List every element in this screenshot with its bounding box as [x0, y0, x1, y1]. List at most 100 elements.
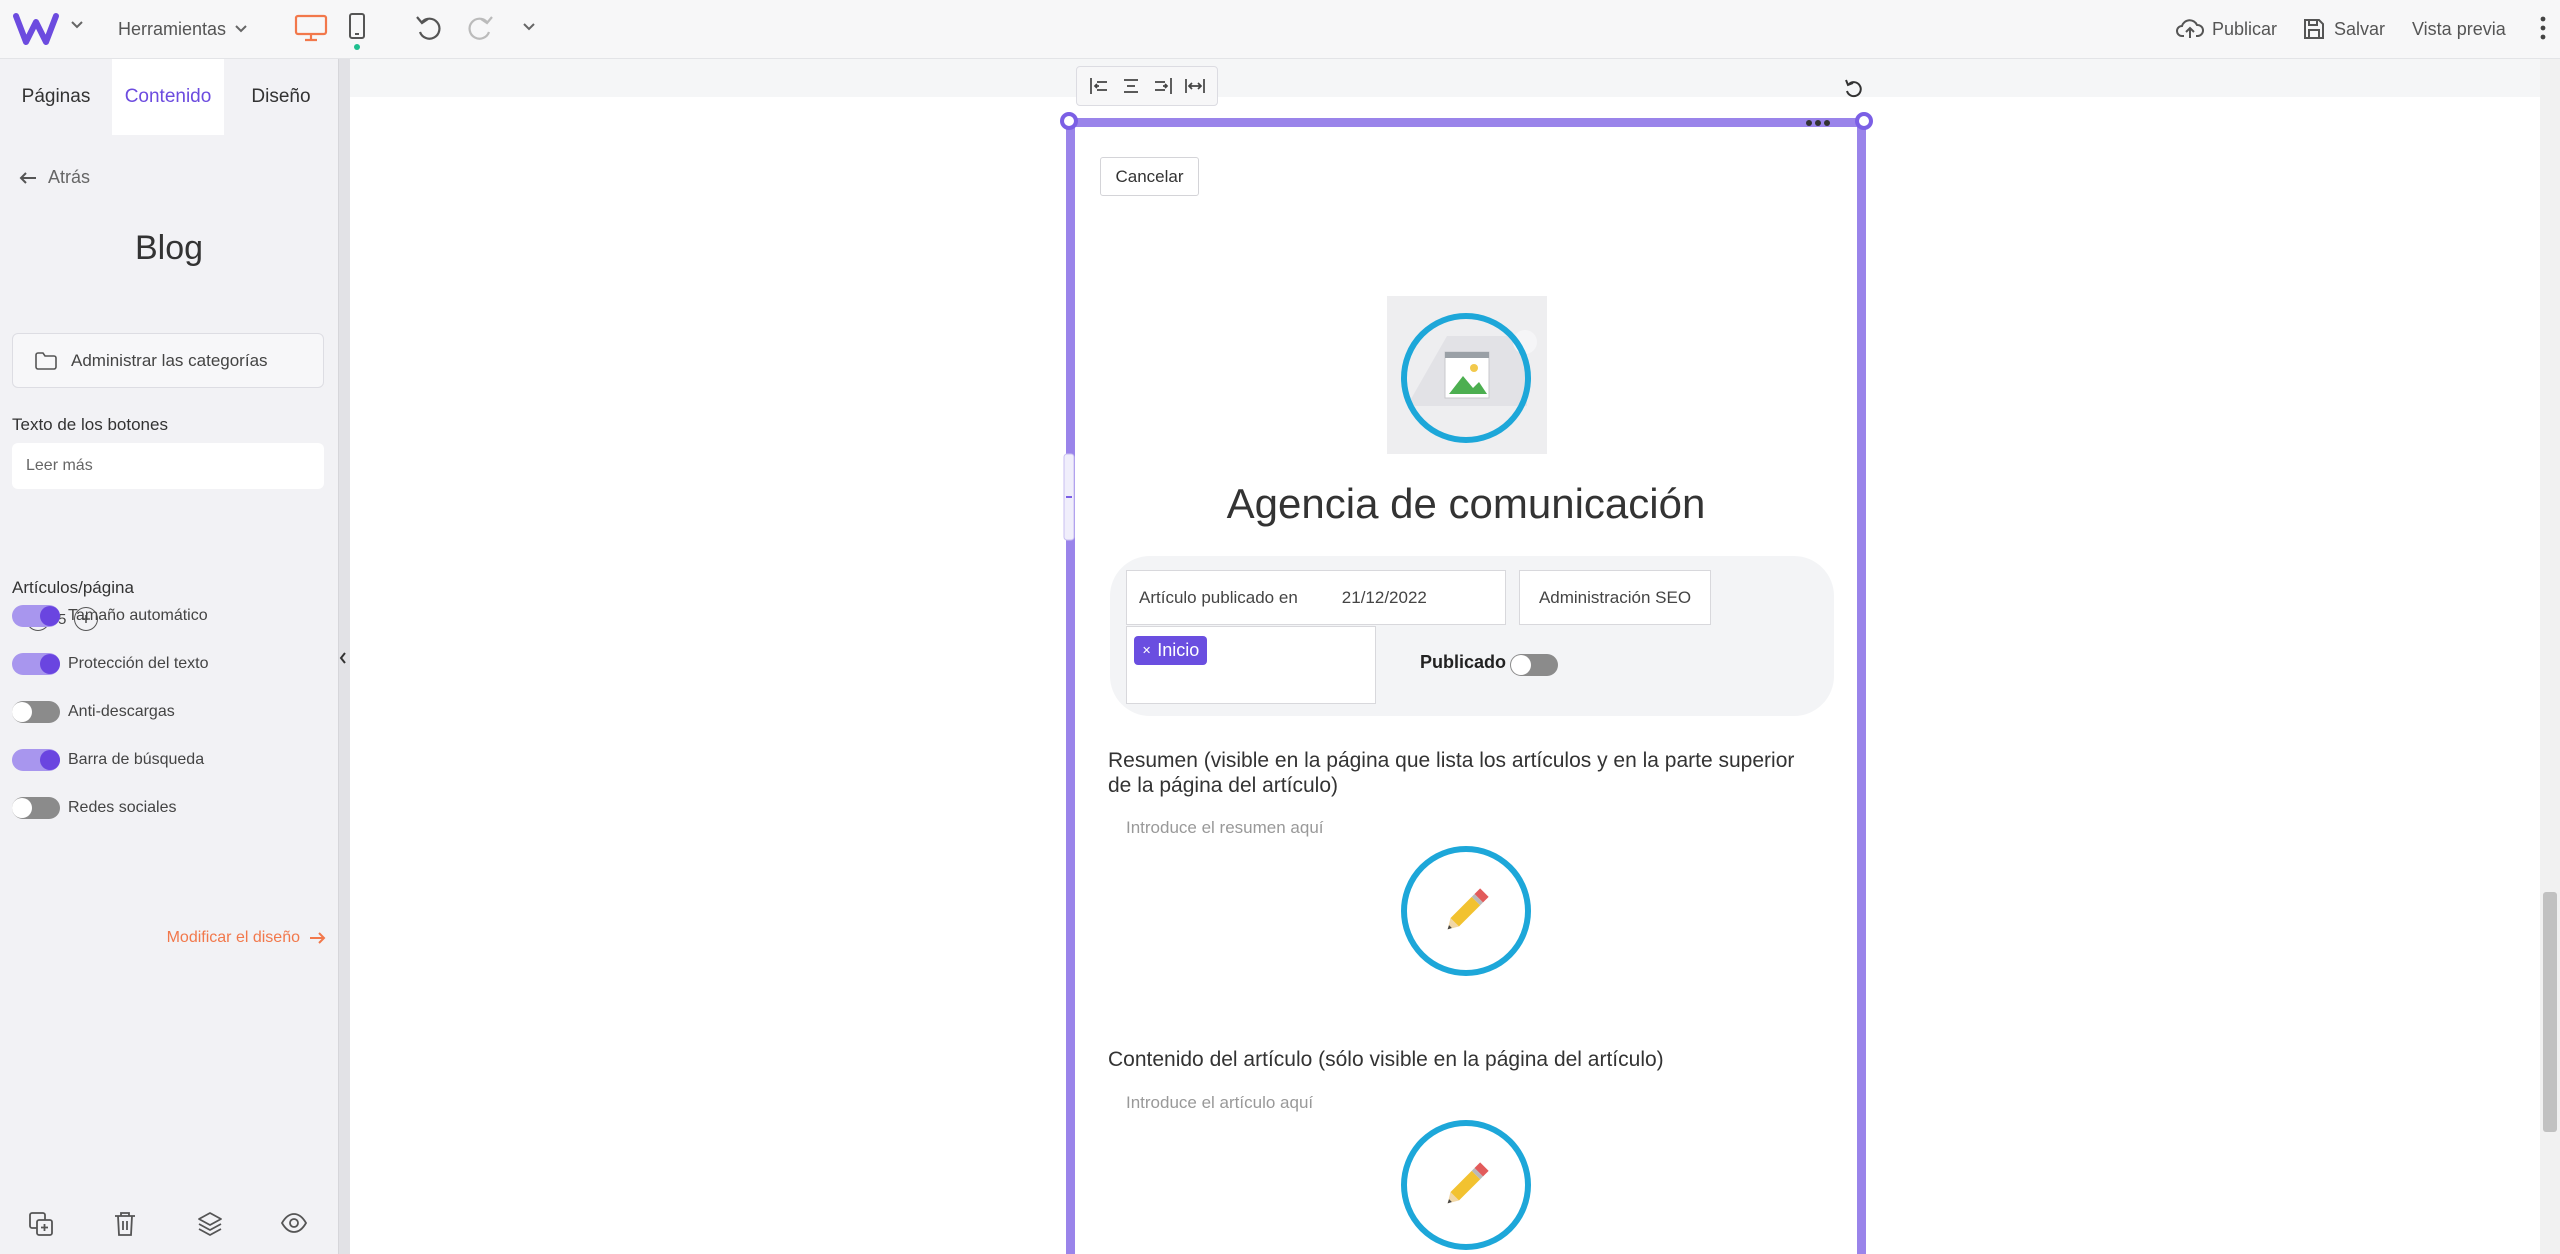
articles-per-page-label: Artículos/página	[12, 578, 134, 597]
align-left-icon	[1090, 78, 1107, 94]
preview-button[interactable]: Vista previa	[2412, 14, 2506, 44]
drag-grip[interactable]	[1060, 452, 1078, 542]
duplicate-icon	[29, 1212, 53, 1236]
tab-content-label: Contenido	[124, 86, 212, 107]
layers-icon	[198, 1212, 222, 1236]
remove-tag-icon[interactable]: ✕	[1142, 644, 1151, 657]
delete-button[interactable]	[113, 1211, 137, 1237]
mobile-status-dot	[354, 44, 360, 50]
summary-placeholder[interactable]: Introduce el resumen aquí	[1126, 818, 1324, 838]
toggle-search-bar[interactable]: Barra de búsqueda	[12, 749, 204, 771]
align-left-button[interactable]	[1088, 76, 1110, 96]
content-placeholder[interactable]: Introduce el artículo aquí	[1126, 1093, 1313, 1113]
logo-menu-chevron-icon[interactable]	[70, 20, 84, 30]
trash-icon	[115, 1212, 135, 1236]
manage-categories-button[interactable]: Administrar las categorías	[12, 333, 324, 388]
duplicate-button[interactable]	[28, 1211, 54, 1237]
toggle-auto-size[interactable]: Tamaño automático	[12, 605, 208, 627]
arrow-left-icon	[19, 171, 36, 184]
more-options-icon[interactable]	[2540, 14, 2546, 42]
top-toolbar: Herramientas Publicar Salvar Vista previ…	[0, 0, 2560, 59]
social-networks-switch[interactable]	[12, 797, 60, 819]
save-icon	[2304, 19, 2324, 39]
buttons-text-input[interactable]: Leer más	[12, 443, 324, 489]
published-switch[interactable]	[1510, 654, 1558, 676]
layers-button[interactable]	[197, 1211, 223, 1237]
reset-element-button[interactable]	[1843, 78, 1865, 100]
text-protection-switch[interactable]	[12, 653, 60, 675]
toggle-text-protection[interactable]: Protección del texto	[12, 653, 209, 675]
category-tag[interactable]: ✕ Inicio	[1134, 636, 1208, 665]
grip-icon	[1063, 453, 1075, 541]
eye-icon	[280, 1213, 308, 1233]
align-center-button[interactable]	[1120, 76, 1142, 96]
undo-button[interactable]	[414, 14, 444, 42]
published-in-label: Artículo publicado en	[1139, 587, 1298, 607]
anti-download-label: Anti-descargas	[68, 703, 175, 720]
tab-design-label: Diseño	[251, 86, 311, 107]
back-link[interactable]: Atrás	[18, 167, 90, 188]
mobile-view-button[interactable]	[348, 12, 366, 50]
edit-content-button[interactable]	[1401, 1120, 1531, 1250]
full-width-button[interactable]	[1184, 76, 1206, 96]
featured-image-ring	[1401, 313, 1531, 443]
published-date-field[interactable]: Artículo publicado en 21/12/2022	[1126, 570, 1506, 625]
resize-handle-left[interactable]	[1060, 112, 1078, 130]
search-bar-label: Barra de búsqueda	[68, 751, 205, 768]
published-label: Publicado	[1420, 652, 1507, 672]
tab-pages-label: Páginas	[21, 86, 91, 107]
panel-title: Blog	[134, 229, 204, 267]
post-title[interactable]: Agencia de comunicación	[1125, 480, 1807, 528]
preview-label: Vista previa	[2412, 18, 2506, 39]
desktop-view-button[interactable]	[294, 14, 328, 42]
canvas-header-strip	[350, 59, 2540, 97]
toggle-social-networks[interactable]: Redes sociales	[12, 797, 177, 819]
back-label: Atrás	[48, 167, 91, 187]
element-options-button[interactable]	[1802, 116, 1834, 130]
text-protection-label: Protección del texto	[68, 655, 209, 672]
date-value: 21/12/2022	[1341, 587, 1427, 607]
align-right-button[interactable]	[1152, 76, 1174, 96]
align-center-icon	[1124, 79, 1138, 93]
undo-icon	[416, 16, 441, 40]
save-button[interactable]: Salvar	[2302, 14, 2385, 44]
tab-design[interactable]: Diseño	[224, 59, 338, 135]
search-bar-switch[interactable]	[12, 749, 60, 771]
tools-menu[interactable]: Herramientas	[118, 14, 248, 44]
manage-categories-label: Administrar las categorías	[71, 350, 268, 370]
tab-content[interactable]: Contenido	[112, 59, 224, 135]
cancel-button[interactable]: Cancelar	[1100, 157, 1199, 196]
panel-tabs: Páginas Contenido Diseño	[0, 59, 338, 135]
collapse-panel-button[interactable]	[337, 645, 349, 671]
folder-icon	[35, 351, 57, 370]
modify-design-label: Modificar el diseño	[166, 929, 300, 946]
seo-admin-button[interactable]: Administración SEO	[1519, 570, 1711, 625]
seo-admin-label: Administración SEO	[1538, 587, 1692, 607]
edit-summary-button[interactable]	[1401, 846, 1531, 976]
tab-pages[interactable]: Páginas	[0, 59, 112, 135]
anti-download-switch[interactable]	[12, 701, 60, 723]
auto-size-switch[interactable]	[12, 605, 60, 627]
toggle-anti-download[interactable]: Anti-descargas	[12, 701, 175, 723]
pencil-icon	[1447, 888, 1489, 930]
scrollbar-thumb[interactable]	[2543, 892, 2557, 1132]
buttons-text-label: Texto de los botones	[12, 415, 168, 434]
publish-button[interactable]: Publicar	[2176, 14, 2277, 44]
social-networks-label: Redes sociales	[68, 799, 177, 816]
resize-handle-right[interactable]	[1855, 112, 1873, 130]
redo-button[interactable]	[465, 14, 495, 42]
auto-size-label: Tamaño automático	[68, 607, 208, 624]
arrow-right-icon	[310, 932, 326, 944]
mobile-icon	[349, 13, 365, 39]
app-logo[interactable]	[12, 10, 60, 48]
alignment-toolbar	[1076, 66, 1218, 106]
visibility-button[interactable]	[280, 1211, 308, 1235]
cloud-upload-icon	[2176, 19, 2204, 38]
category-tag-label: Inicio	[1157, 640, 1200, 660]
history-menu-chevron-icon[interactable]	[522, 22, 536, 32]
modify-design-link[interactable]: Modificar el diseño	[167, 929, 326, 947]
align-right-icon	[1155, 78, 1172, 94]
content-label: Contenido del artículo (sólo visible en …	[1108, 1048, 1664, 1071]
buttons-text-value: Leer más	[26, 457, 93, 474]
chevron-left-icon	[339, 652, 346, 664]
